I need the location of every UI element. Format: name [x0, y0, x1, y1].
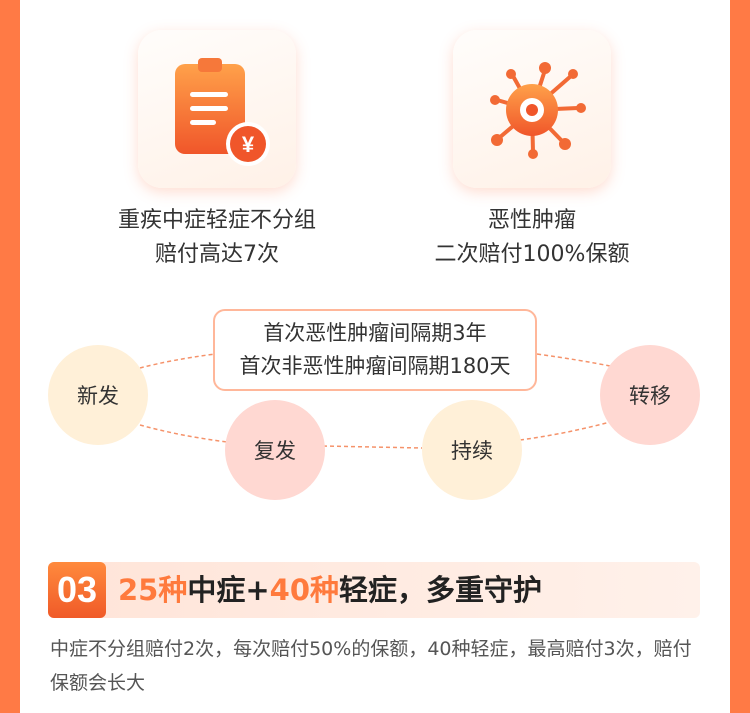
feature-card-tiers: ¥: [138, 30, 296, 188]
stage-label: 持续: [451, 439, 493, 463]
feature-text-tumor: 恶性肿瘤 二次赔付100%保额: [382, 204, 682, 272]
stage-bubble-recurrence: 复发: [225, 400, 325, 500]
feature-line1: 重疾中症轻症不分组: [117, 208, 316, 233]
feature-line2: 赔付高达7次: [155, 242, 279, 267]
interval-note-line1: 首次恶性肿瘤间隔期3年: [263, 321, 487, 345]
clipboard-yen-icon: ¥: [175, 58, 270, 166]
section-title-text-2: 轻症，多重守护: [339, 573, 543, 607]
svg-text:¥: ¥: [242, 132, 255, 157]
section-title-highlight-2: 40种: [269, 573, 340, 607]
feature-card-tumor: [453, 30, 611, 188]
section-number-badge: 03: [48, 562, 106, 618]
section-title: 25种中症+40种轻症，多重守护: [118, 562, 542, 618]
stage-label: 复发: [254, 439, 296, 463]
feature-text-tiers: 重疾中症轻症不分组 赔付高达7次: [67, 204, 367, 272]
stage-label: 转移: [629, 384, 671, 408]
stage-label: 新发: [77, 384, 119, 408]
stage-bubble-persistent: 持续: [422, 400, 522, 500]
feature-line1: 恶性肿瘤: [487, 208, 576, 233]
section-description: 中症不分组赔付2次，每次赔付50%的保额，40种轻症，最高赔付3次，赔付保额会长…: [50, 638, 692, 694]
content-panel: ¥ 重疾中症轻症不分组 赔付高达7次 恶性肿瘤 二次赔付100%保额 首次恶性肿…: [20, 0, 730, 713]
feature-line2: 二次赔付100%保额: [434, 242, 630, 267]
virus-icon: [490, 62, 586, 159]
section-title-text-1: 中症+: [187, 573, 270, 607]
section-title-highlight-1: 25种: [118, 573, 188, 607]
stage-bubble-new: 新发: [48, 345, 148, 445]
section-header-bar: 03 25种中症+40种轻症，多重守护: [48, 562, 700, 618]
interval-note-line2: 首次非恶性肿瘤间隔期180天: [239, 354, 511, 378]
interval-note-box: 首次恶性肿瘤间隔期3年 首次非恶性肿瘤间隔期180天: [213, 309, 537, 391]
stage-bubble-metastasis: 转移: [600, 345, 700, 445]
